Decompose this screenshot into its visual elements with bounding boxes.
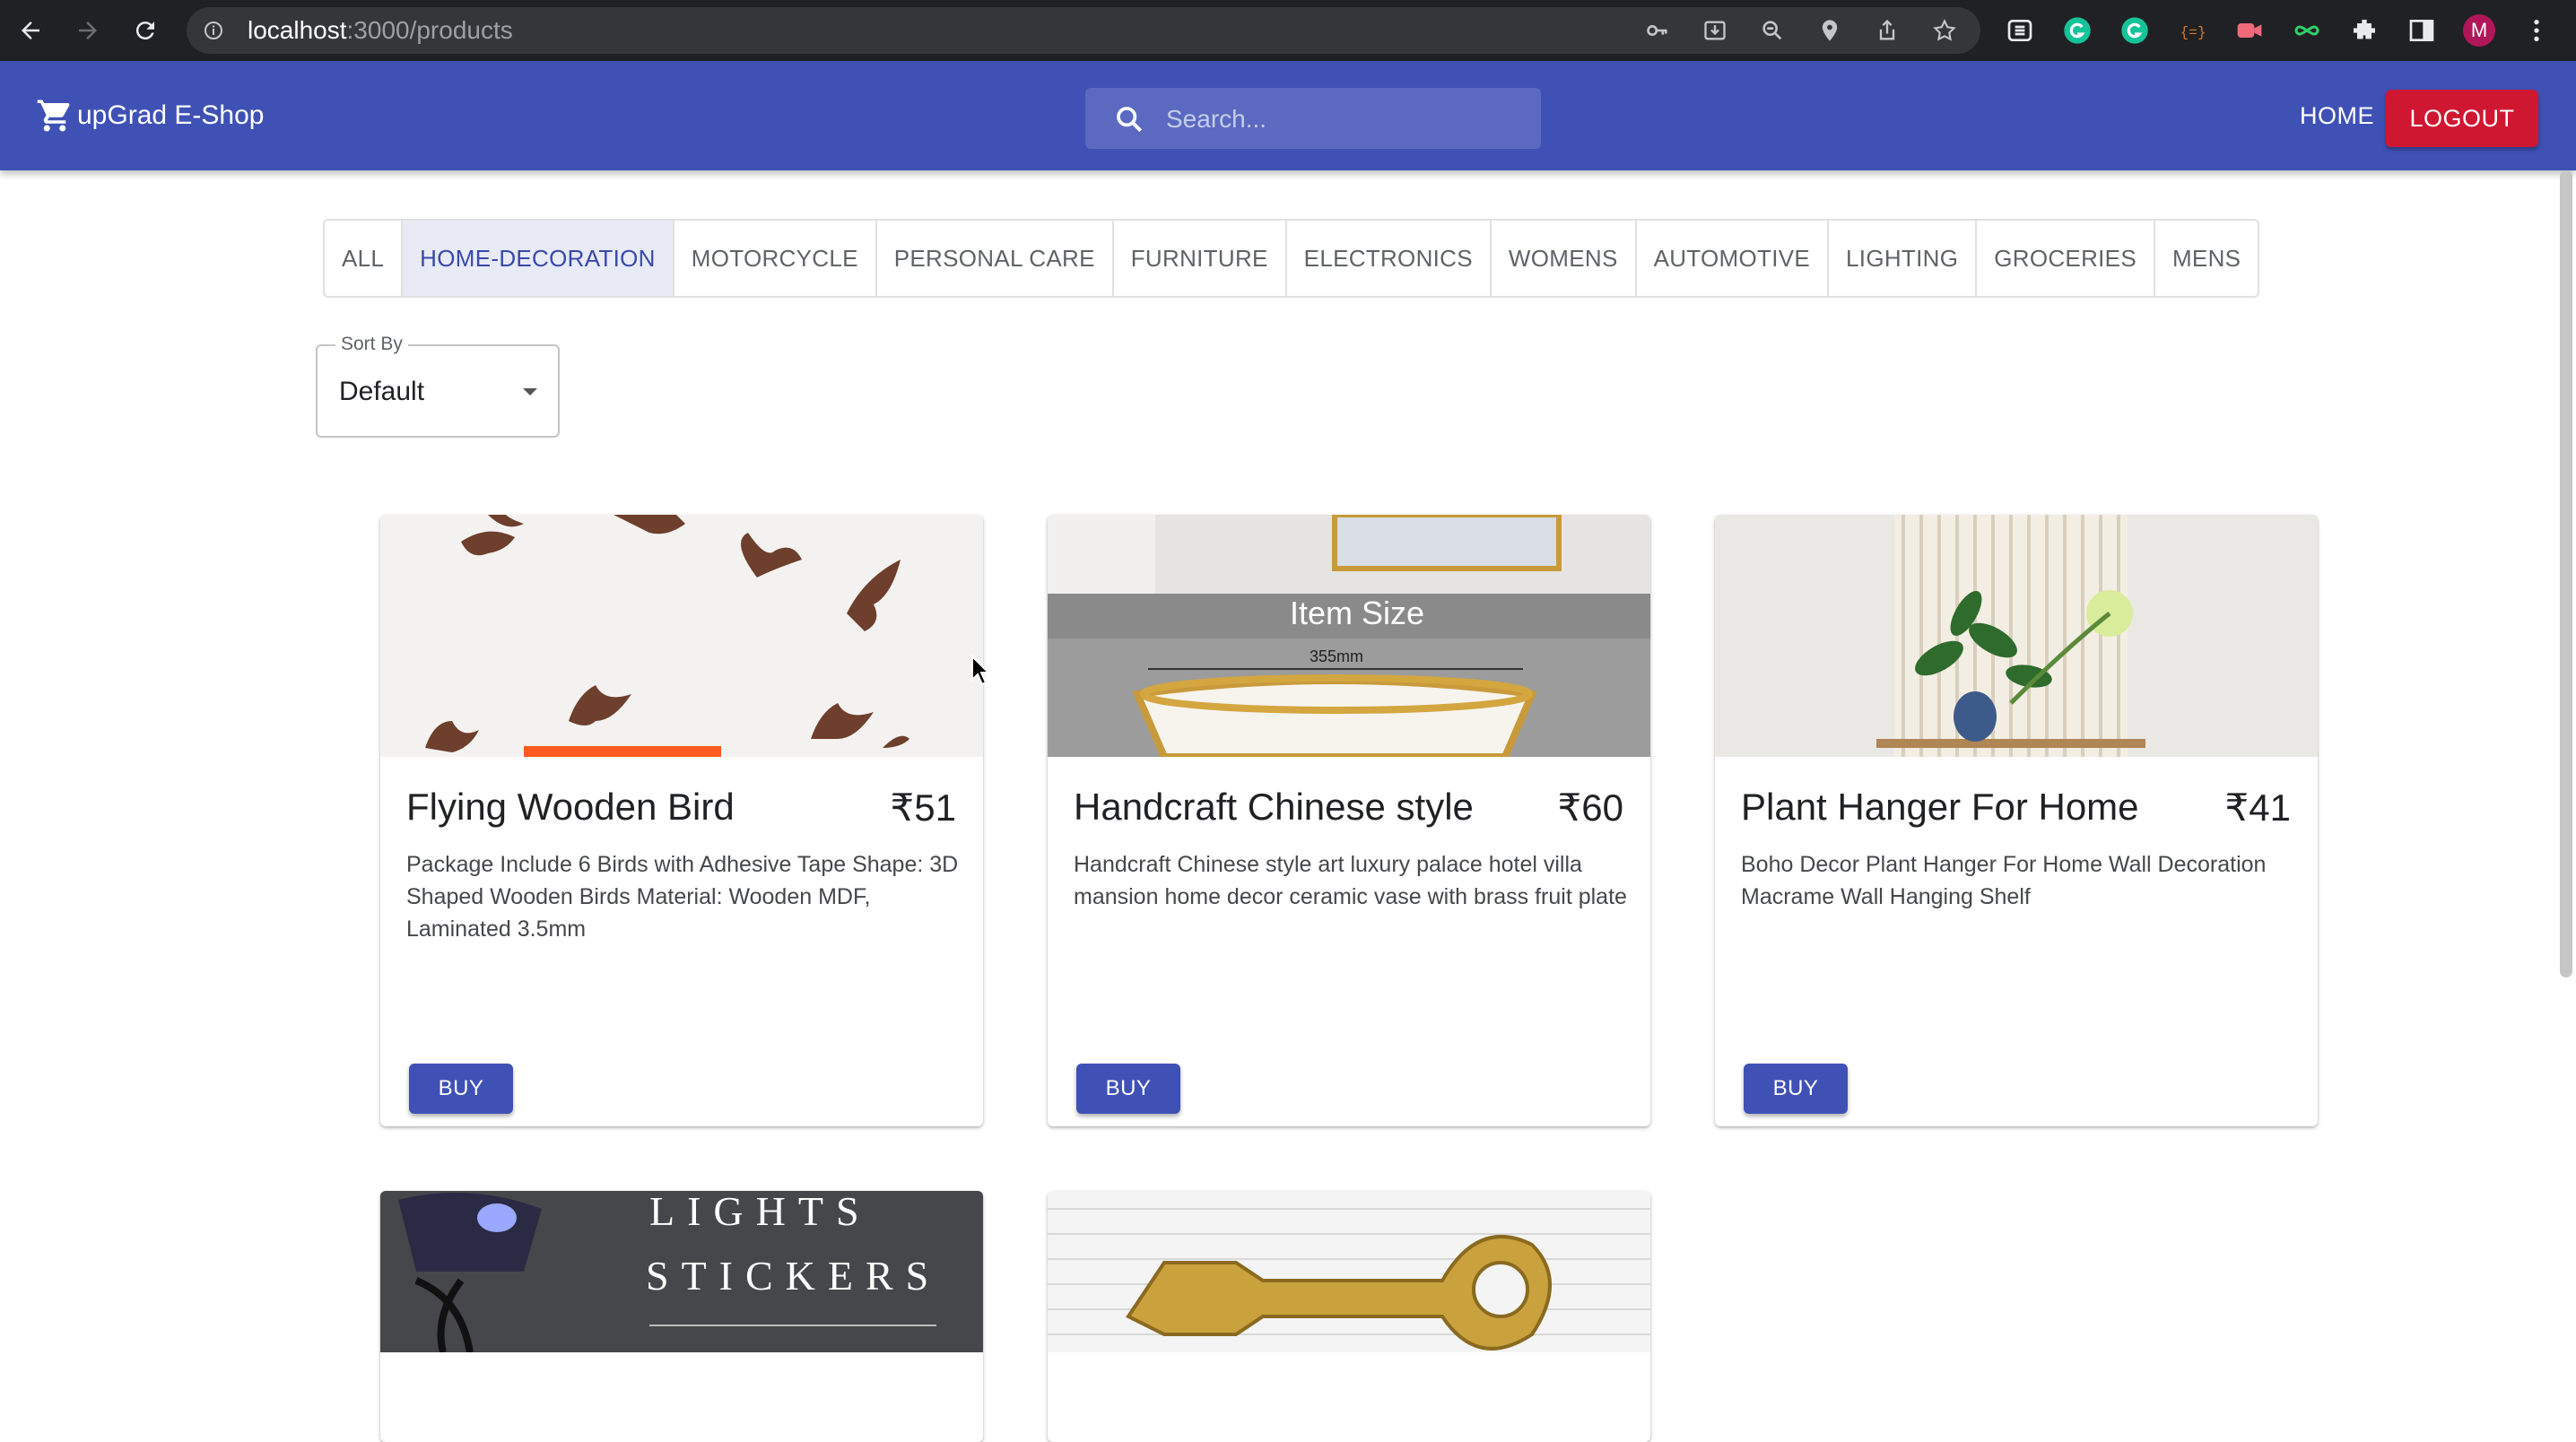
product-title: Handcraft Chinese style	[1074, 786, 1474, 828]
search-box[interactable]	[1085, 88, 1541, 151]
dropdown-arrow-icon[interactable]	[520, 386, 540, 398]
side-panel-icon[interactable]	[2407, 16, 2436, 45]
product-description: Boho Decor Plant Hanger For Home Wall De…	[1741, 852, 2267, 909]
image-dimension: 355mm	[1310, 647, 1363, 665]
product-card: Flying Wooden Bird ₹51 Package Include 6…	[380, 515, 983, 1126]
buy-button[interactable]: BUY	[409, 1064, 513, 1114]
svg-text:{=}: {=}	[2180, 25, 2206, 41]
video-extension-icon[interactable]	[2235, 16, 2264, 45]
category-personal-care[interactable]: PERSONAL CARE	[877, 221, 1114, 296]
info-icon[interactable]	[203, 20, 224, 41]
product-title: Plant Hanger For Home	[1741, 786, 2139, 828]
category-mens[interactable]: MENS	[2155, 221, 2258, 296]
category-groceries[interactable]: GROCERIES	[1977, 221, 2155, 296]
page-scrollbar[interactable]	[2560, 170, 2572, 977]
image-caption: Item Size	[1290, 595, 1424, 631]
buy-button[interactable]: BUY	[1076, 1064, 1180, 1114]
app-header: upGrad E-Shop HOME LOGOUT	[0, 61, 2576, 170]
product-image	[1048, 1191, 1650, 1352]
url-text[interactable]: localhost:3000/products	[248, 7, 513, 54]
sort-label: Sort By	[335, 334, 408, 355]
product-card	[1048, 1191, 1650, 1442]
install-icon[interactable]	[1702, 18, 1727, 43]
category-home-decoration[interactable]: HOME-DECORATION	[403, 221, 674, 296]
product-card: LIGHTS STICKERS	[380, 1191, 983, 1442]
category-motorcycle[interactable]: MOTORCYCLE	[674, 221, 877, 296]
location-icon[interactable]	[1817, 18, 1842, 43]
json-extension-icon[interactable]: {=}	[2178, 16, 2206, 45]
category-electronics[interactable]: ELECTRONICS	[1287, 221, 1492, 296]
search-icon	[1117, 107, 1143, 133]
product-image: Item Size 355mm	[1048, 515, 1650, 757]
key-icon[interactable]	[1645, 18, 1670, 43]
forward-icon[interactable]	[70, 13, 106, 48]
category-all[interactable]: ALL	[325, 221, 404, 296]
category-furniture[interactable]: FURNITURE	[1114, 221, 1287, 296]
product-price: ₹41	[2224, 786, 2291, 829]
brand-name: upGrad E-Shop	[77, 100, 265, 130]
product-title: Flying Wooden Bird	[406, 786, 735, 828]
extension-s-icon[interactable]	[2006, 16, 2034, 45]
zoom-icon[interactable]	[1760, 18, 1785, 43]
extensions-puzzle-icon[interactable]	[2350, 16, 2379, 45]
back-icon[interactable]	[13, 13, 48, 48]
sort-value[interactable]: Default	[339, 377, 424, 407]
sort-select[interactable]: Sort By Default	[316, 334, 560, 438]
mouse-cursor-icon	[971, 655, 991, 686]
product-image	[380, 515, 983, 757]
image-caption-line-2: STICKERS	[646, 1253, 941, 1299]
product-card: Item Size 355mm Handcraft Chinese style …	[1048, 515, 1650, 1126]
product-description: Handcraft Chinese style art luxury palac…	[1074, 852, 1627, 909]
product-image: LIGHTS STICKERS	[380, 1191, 983, 1353]
product-card: Plant Hanger For Home ₹41 Boho Decor Pla…	[1715, 515, 2318, 1126]
shopping-cart-icon	[37, 100, 70, 132]
buy-button[interactable]: BUY	[1744, 1064, 1848, 1114]
home-link[interactable]: HOME	[2300, 102, 2374, 130]
category-lighting[interactable]: LIGHTING	[1829, 221, 1978, 296]
category-toggle-group: ALL HOME-DECORATION MOTORCYCLE PERSONAL …	[323, 219, 2260, 298]
category-automotive[interactable]: AUTOMOTIVE	[1637, 221, 1830, 296]
bookmark-star-icon[interactable]	[1932, 18, 1957, 43]
product-image	[1715, 515, 2318, 757]
logout-button[interactable]: LOGOUT	[2386, 90, 2538, 147]
infinity-extension-icon[interactable]	[2293, 16, 2321, 45]
brand[interactable]: upGrad E-Shop	[36, 97, 264, 135]
grammarly-go-icon[interactable]	[2120, 16, 2149, 45]
category-womens[interactable]: WOMENS	[1492, 221, 1637, 296]
reload-icon[interactable]	[127, 13, 163, 48]
product-description: Package Include 6 Birds with Adhesive Ta…	[406, 852, 959, 942]
grammarly-icon[interactable]	[2063, 16, 2092, 45]
profile-avatar[interactable]: M	[2463, 14, 2495, 47]
product-price: ₹60	[1557, 786, 1623, 829]
address-bar[interactable]: localhost:3000/products	[187, 7, 1980, 54]
browser-toolbar: localhost:3000/products {=} M	[0, 0, 2576, 61]
share-icon[interactable]	[1875, 18, 1900, 43]
product-price: ₹51	[890, 786, 956, 829]
search-input[interactable]	[1164, 88, 1527, 151]
image-caption-line-1: LIGHTS	[649, 1191, 872, 1234]
menu-kebab-icon[interactable]	[2522, 16, 2551, 45]
